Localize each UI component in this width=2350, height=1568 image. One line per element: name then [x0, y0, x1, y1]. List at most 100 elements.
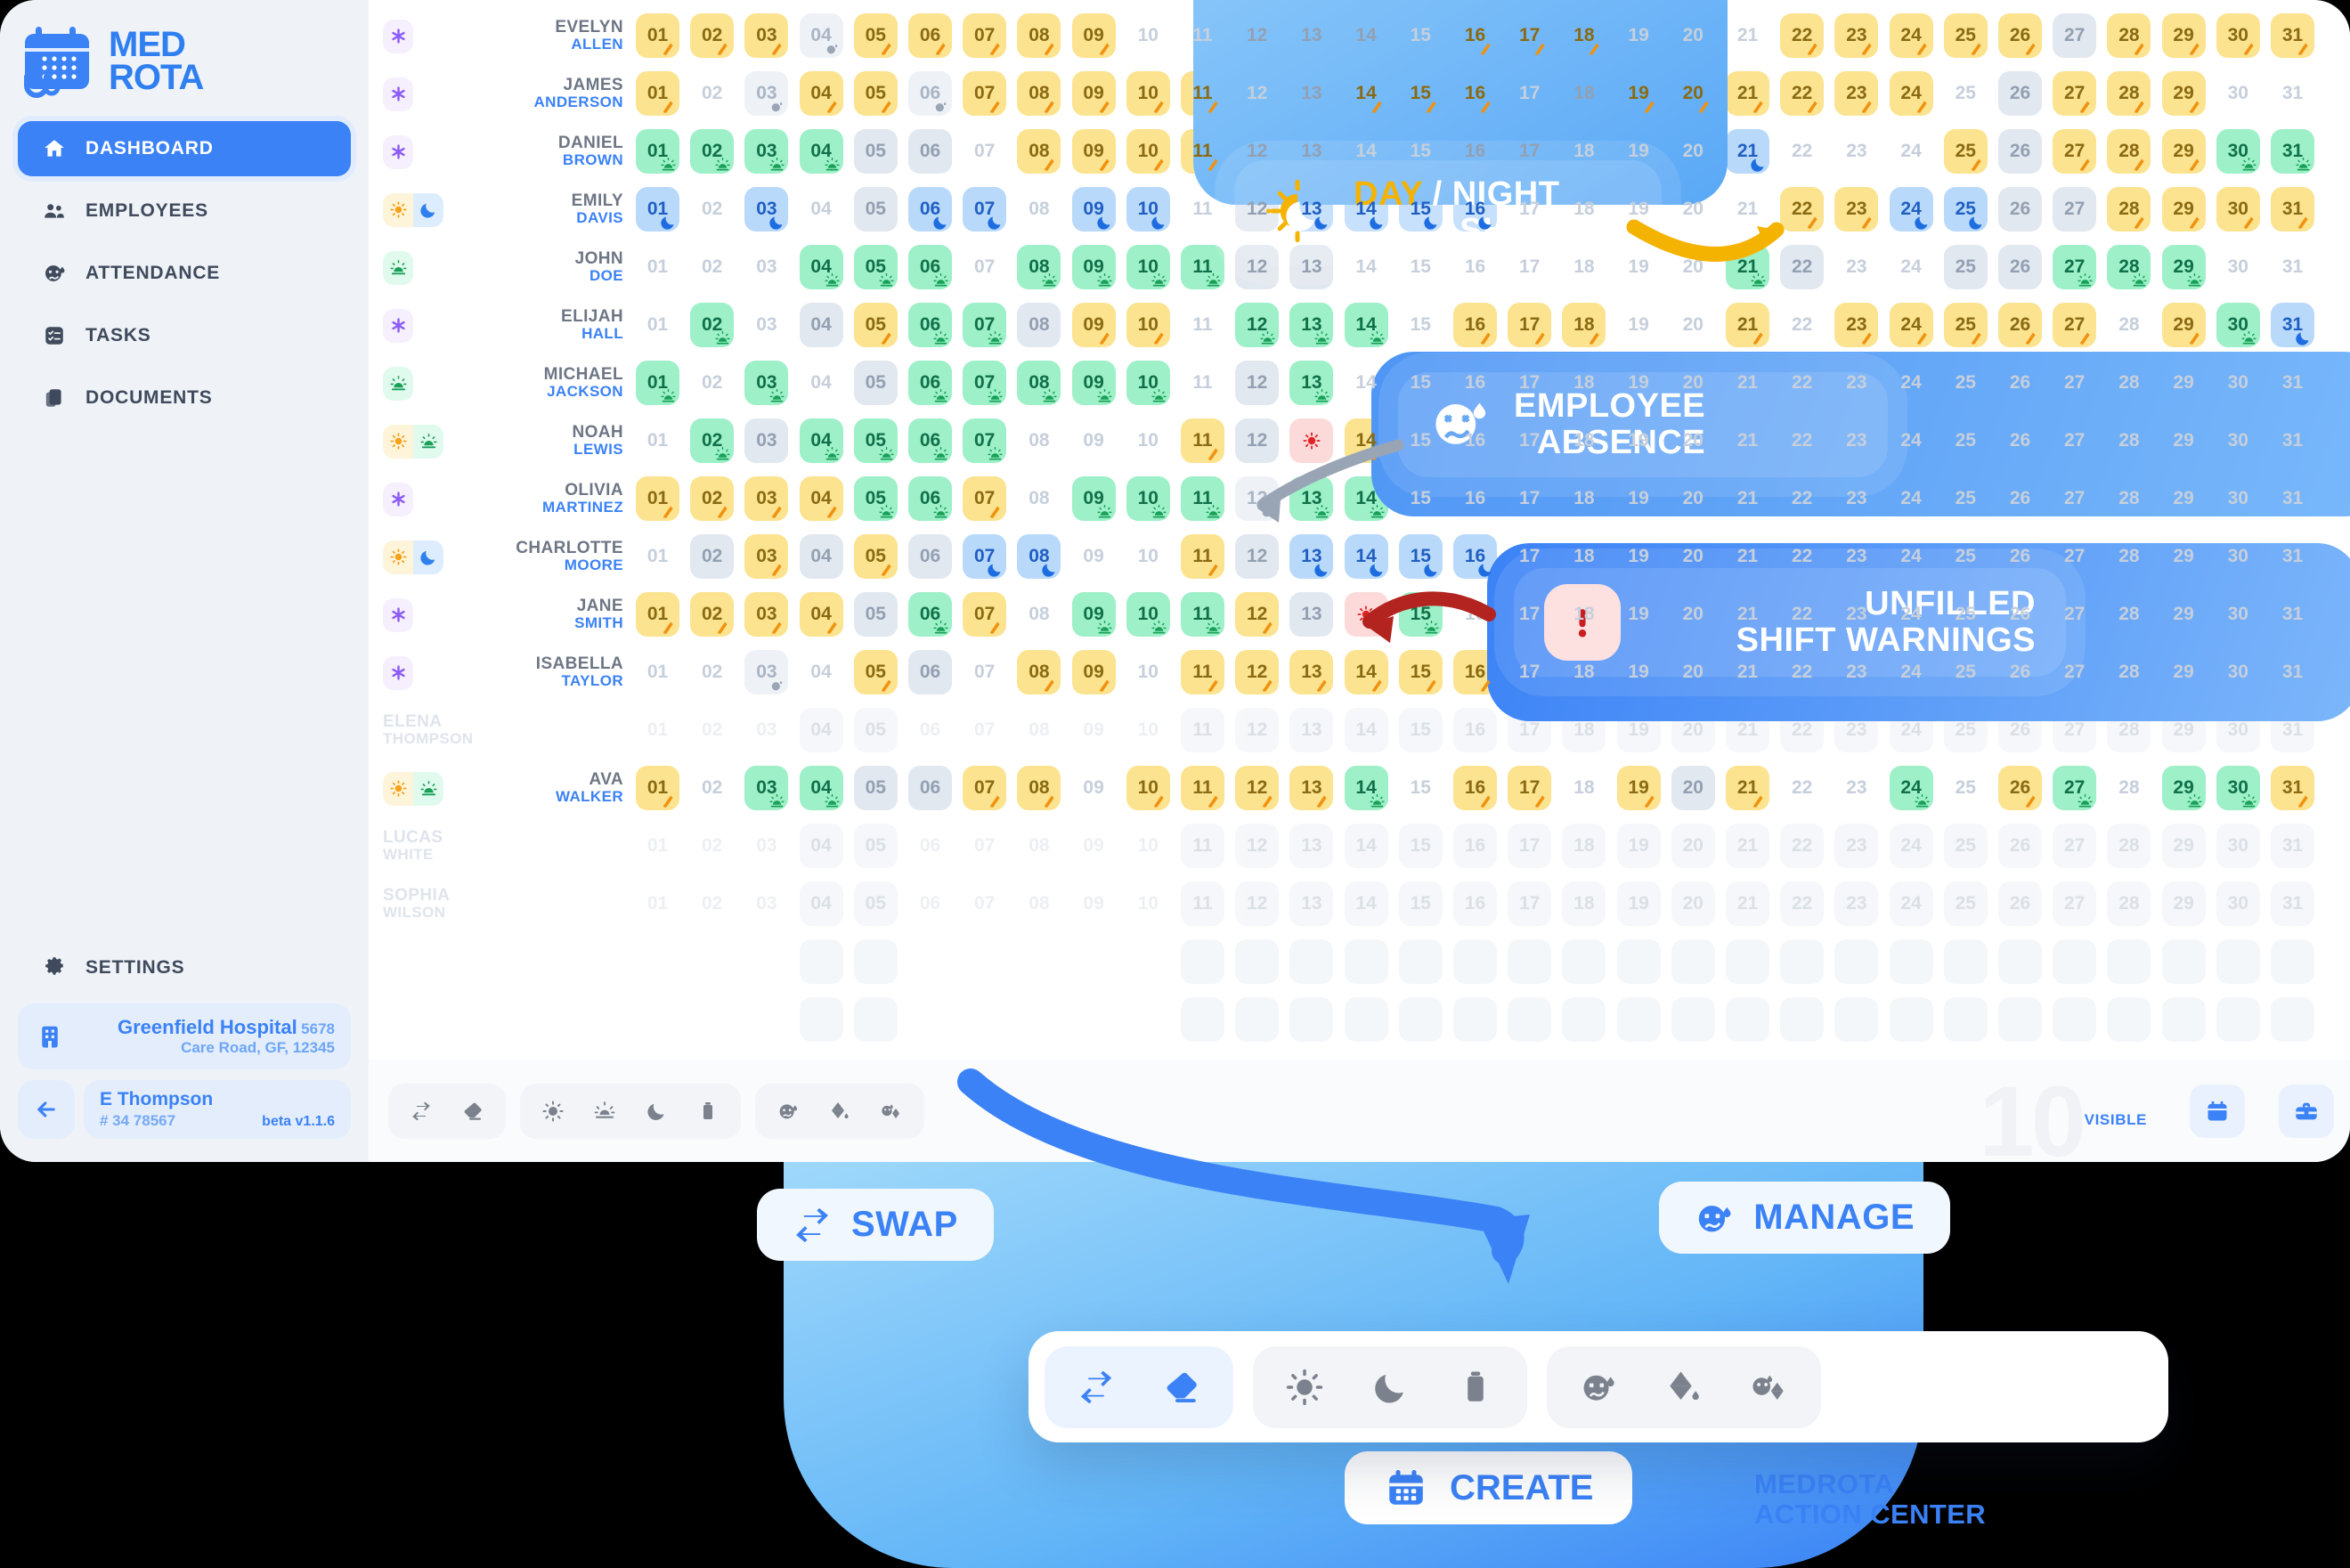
shift-cell[interactable]: 02 — [690, 824, 734, 868]
shift-cell[interactable]: 11 — [1181, 303, 1224, 347]
shift-cell[interactable]: 02 — [690, 245, 734, 289]
shift-cell[interactable]: 30 — [2216, 766, 2260, 810]
shift-cell[interactable]: 08 — [1017, 187, 1061, 232]
shift-cell[interactable]: 01 — [636, 708, 679, 752]
shift-cell[interactable]: 06 — [908, 592, 952, 637]
shift-cell[interactable]: 16 — [1453, 824, 1497, 868]
shift-cell[interactable]: 04 — [800, 650, 843, 695]
shift-cell[interactable]: 27 — [2053, 71, 2097, 116]
manage-label-pill[interactable]: MANAGE — [1659, 1182, 1950, 1254]
shift-cell[interactable]: 27 — [2053, 824, 2097, 868]
employee-cell[interactable]: EVELYN ALLEN — [383, 7, 623, 65]
shift-cell[interactable]: 25 — [1943, 245, 1988, 289]
shift-cell[interactable]: 05 — [853, 881, 898, 926]
shift-cell[interactable]: 21 — [1726, 71, 1769, 116]
shift-cell[interactable]: 02 — [690, 881, 734, 926]
shift-cell[interactable]: 23 — [1834, 766, 1878, 810]
shift-cell[interactable]: 06 — [908, 708, 952, 752]
shift-cell[interactable]: 22 — [1780, 766, 1824, 810]
shift-cell[interactable]: 06 — [908, 650, 952, 695]
floating-action-toolbar[interactable] — [1029, 1331, 2168, 1442]
shift-cell[interactable]: 25 — [1943, 824, 1988, 868]
shift-cell[interactable]: 23 — [1834, 245, 1878, 289]
shift-cell[interactable]: 04 — [799, 303, 843, 347]
employee-cell[interactable]: JANE SMITH — [383, 586, 623, 644]
shift-cell[interactable]: 07 — [963, 650, 1006, 695]
shift-cell[interactable]: 04 — [799, 71, 843, 116]
shift-cell[interactable]: 20 — [1671, 881, 1715, 926]
toolbox-button[interactable] — [2279, 1085, 2334, 1138]
shift-cell[interactable]: 24 — [1889, 71, 1933, 116]
shift-cell[interactable]: 21 — [1726, 766, 1769, 810]
shift-cell[interactable]: 15 — [1398, 708, 1443, 752]
shift-cell[interactable]: 03 — [744, 708, 788, 752]
shift-cell[interactable]: 22 — [1780, 245, 1825, 289]
shift-cell[interactable]: 31 — [2271, 187, 2314, 232]
shift-cell[interactable]: 29 — [2161, 245, 2206, 289]
shift-cell[interactable]: 06 — [908, 245, 952, 289]
shift-cell[interactable]: 08 — [1017, 71, 1061, 116]
shift-cell[interactable]: 18 — [1562, 824, 1606, 868]
shift-cell[interactable]: 05 — [853, 245, 898, 289]
employee-cell[interactable]: OLIVIA MARTINEZ — [383, 470, 623, 528]
shift-cell[interactable]: 04 — [799, 13, 843, 58]
shift-cell[interactable]: 26 — [1998, 824, 2042, 868]
shift-cell[interactable]: 23 — [1834, 187, 1879, 232]
sidebar-item-settings[interactable]: SETTINGS — [18, 943, 351, 993]
shift-cell[interactable]: 24 — [1889, 766, 1933, 810]
day-shift-tool-button[interactable] — [527, 1088, 579, 1134]
shift-cell[interactable]: 29 — [2161, 824, 2206, 868]
shift-cell[interactable]: 29 — [2161, 71, 2206, 116]
shift-cell[interactable]: 01 — [636, 824, 679, 868]
shift-cell[interactable]: 30 — [2216, 303, 2260, 347]
shift-cell[interactable]: 08 — [1017, 708, 1061, 752]
shift-cell[interactable]: 09 — [1072, 766, 1116, 810]
shift-cell[interactable]: 30 — [2216, 71, 2260, 116]
shift-cell[interactable]: 31 — [2271, 245, 2314, 289]
shift-cell[interactable]: 08 — [1017, 129, 1061, 174]
sidebar-item-tasks[interactable]: TASKS — [18, 308, 351, 363]
shift-cell[interactable]: 28 — [2107, 881, 2151, 926]
table-row[interactable]: AVA WALKER 01 02 03 04 05 06 07 08 09 10 11 12 13 14 15 1… — [369, 760, 2350, 817]
shift-cell[interactable]: 11 — [1181, 766, 1224, 810]
shift-cell[interactable]: 16 — [1453, 534, 1497, 579]
shift-cell[interactable]: 01 — [636, 534, 679, 579]
sidebar-item-dashboard[interactable]: DASHBOARD — [18, 121, 351, 176]
shift-cell[interactable]: 29 — [2161, 766, 2206, 810]
shift-cell[interactable]: 07 — [963, 534, 1007, 579]
shift-cell[interactable]: 10 — [1126, 881, 1170, 926]
shift-cell[interactable]: 19 — [1617, 303, 1661, 347]
shift-cell[interactable]: 09 — [1071, 245, 1116, 289]
shift-cell[interactable]: 23 — [1834, 303, 1879, 347]
shift-cell[interactable]: 07 — [963, 766, 1007, 810]
shift-cell[interactable]: 22 — [1780, 881, 1825, 926]
shift-cell[interactable]: 25 — [1943, 303, 1988, 347]
shift-cell[interactable]: 24 — [1889, 187, 1933, 232]
shift-cell[interactable]: 31 — [2271, 71, 2314, 116]
shift-cell[interactable]: 01 — [636, 245, 679, 289]
shift-cell[interactable]: 11 — [1181, 881, 1224, 926]
shift-cell[interactable]: 08 — [1017, 418, 1061, 463]
shift-cell[interactable]: 24 — [1889, 824, 1933, 868]
employee-cell[interactable]: SOPHIA WILSON — [383, 875, 606, 933]
leave-button[interactable] — [1641, 1352, 1727, 1423]
shift-cell[interactable]: 31 — [2271, 766, 2314, 810]
shift-cell[interactable]: 04 — [799, 129, 843, 174]
shift-cell[interactable]: 21 — [1726, 129, 1769, 174]
employee-cell[interactable]: DANIEL BROWN — [383, 123, 623, 181]
swap-label-pill[interactable]: SWAP — [757, 1189, 994, 1261]
shift-cell[interactable]: 27 — [2053, 187, 2097, 232]
shift-cell[interactable]: 20 — [1671, 766, 1715, 810]
shift-cell[interactable]: 09 — [1072, 708, 1116, 752]
shift-cell[interactable]: 22 — [1780, 824, 1825, 868]
shift-cell[interactable]: 24 — [1889, 303, 1933, 347]
shift-cell[interactable]: 09 — [1072, 881, 1116, 926]
night-shift-button[interactable] — [1347, 1352, 1433, 1423]
shift-cell[interactable]: 15 — [1399, 766, 1443, 810]
shift-cell[interactable]: 28 — [2107, 303, 2151, 347]
shift-cell[interactable]: 05 — [853, 650, 898, 695]
shift-cell[interactable]: 22 — [1780, 71, 1825, 116]
shift-cell[interactable]: 22 — [1780, 13, 1825, 58]
shift-cell[interactable]: 09 — [1072, 824, 1116, 868]
employee-cell[interactable]: MICHAEL JACKSON — [383, 354, 623, 412]
